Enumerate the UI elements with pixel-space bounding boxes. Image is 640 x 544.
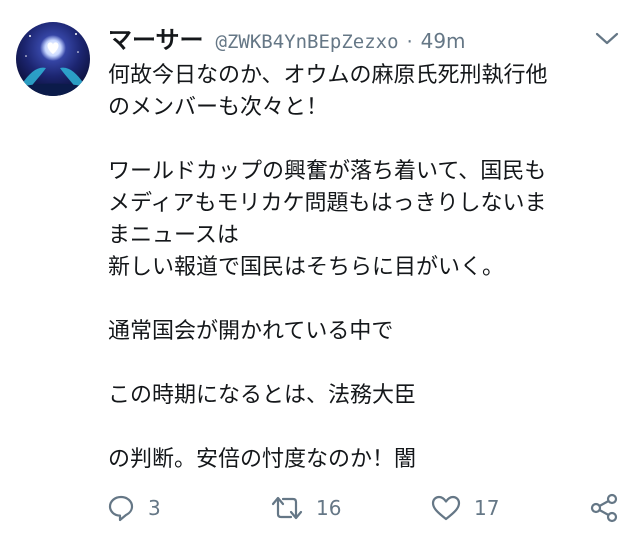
tweet-header: マーサー @ZWKB4YnBEpZezxo · 49m bbox=[108, 20, 466, 54]
like-button[interactable]: 17 bbox=[430, 488, 499, 528]
share-button[interactable] bbox=[588, 488, 620, 528]
avatar-image bbox=[16, 22, 90, 96]
reply-icon bbox=[106, 493, 136, 523]
user-handle[interactable]: @ZWKB4YnBEpZezxo bbox=[216, 31, 399, 53]
tweet-line: 何故今日なのか、オウムの麻原氏死刑執行他 bbox=[108, 63, 548, 88]
chevron-down-icon bbox=[595, 32, 619, 45]
tweet-actions: 3 16 17 bbox=[0, 488, 640, 528]
heart-icon bbox=[430, 493, 462, 523]
retweet-count: 16 bbox=[316, 496, 342, 520]
tweet-line: この時期になるとは、法務大臣 bbox=[108, 383, 417, 408]
tweet-line bbox=[108, 284, 628, 316]
retweet-icon bbox=[270, 493, 304, 523]
avatar[interactable] bbox=[16, 22, 90, 96]
tweet-line: の判断。安倍の忖度なのか！闇 bbox=[108, 447, 417, 472]
tweet-text: 何故今日なのか、オウムの麻原氏死刑執行他 のメンバーも次々と！ ワールドカップの… bbox=[108, 60, 628, 476]
like-count: 17 bbox=[474, 496, 500, 520]
tweet-line bbox=[108, 348, 628, 380]
tweet-line bbox=[108, 124, 628, 156]
share-icon bbox=[588, 492, 620, 524]
reply-button[interactable]: 3 bbox=[106, 488, 161, 528]
tweet-line: メディアもモリカケ問題もはっきりしないま bbox=[108, 191, 547, 216]
tweet-line: 通常国会が開かれている中で bbox=[108, 319, 394, 344]
reply-count: 3 bbox=[148, 496, 161, 520]
tweet-line: ワールドカップの興奮が落ち着いて、国民も bbox=[108, 159, 547, 184]
tweet-line: のメンバーも次々と！ bbox=[108, 95, 329, 120]
tweet-line: 新しい報道で国民はそちらに目がいく。 bbox=[108, 255, 505, 280]
timestamp[interactable]: 49m bbox=[421, 29, 466, 53]
display-name[interactable]: マーサー bbox=[108, 20, 204, 55]
separator-dot: · bbox=[406, 31, 413, 53]
tweet-line: まニュースは bbox=[108, 223, 239, 248]
tweet-menu-button[interactable] bbox=[590, 26, 624, 52]
tweet-line bbox=[108, 412, 628, 444]
retweet-button[interactable]: 16 bbox=[270, 488, 341, 528]
